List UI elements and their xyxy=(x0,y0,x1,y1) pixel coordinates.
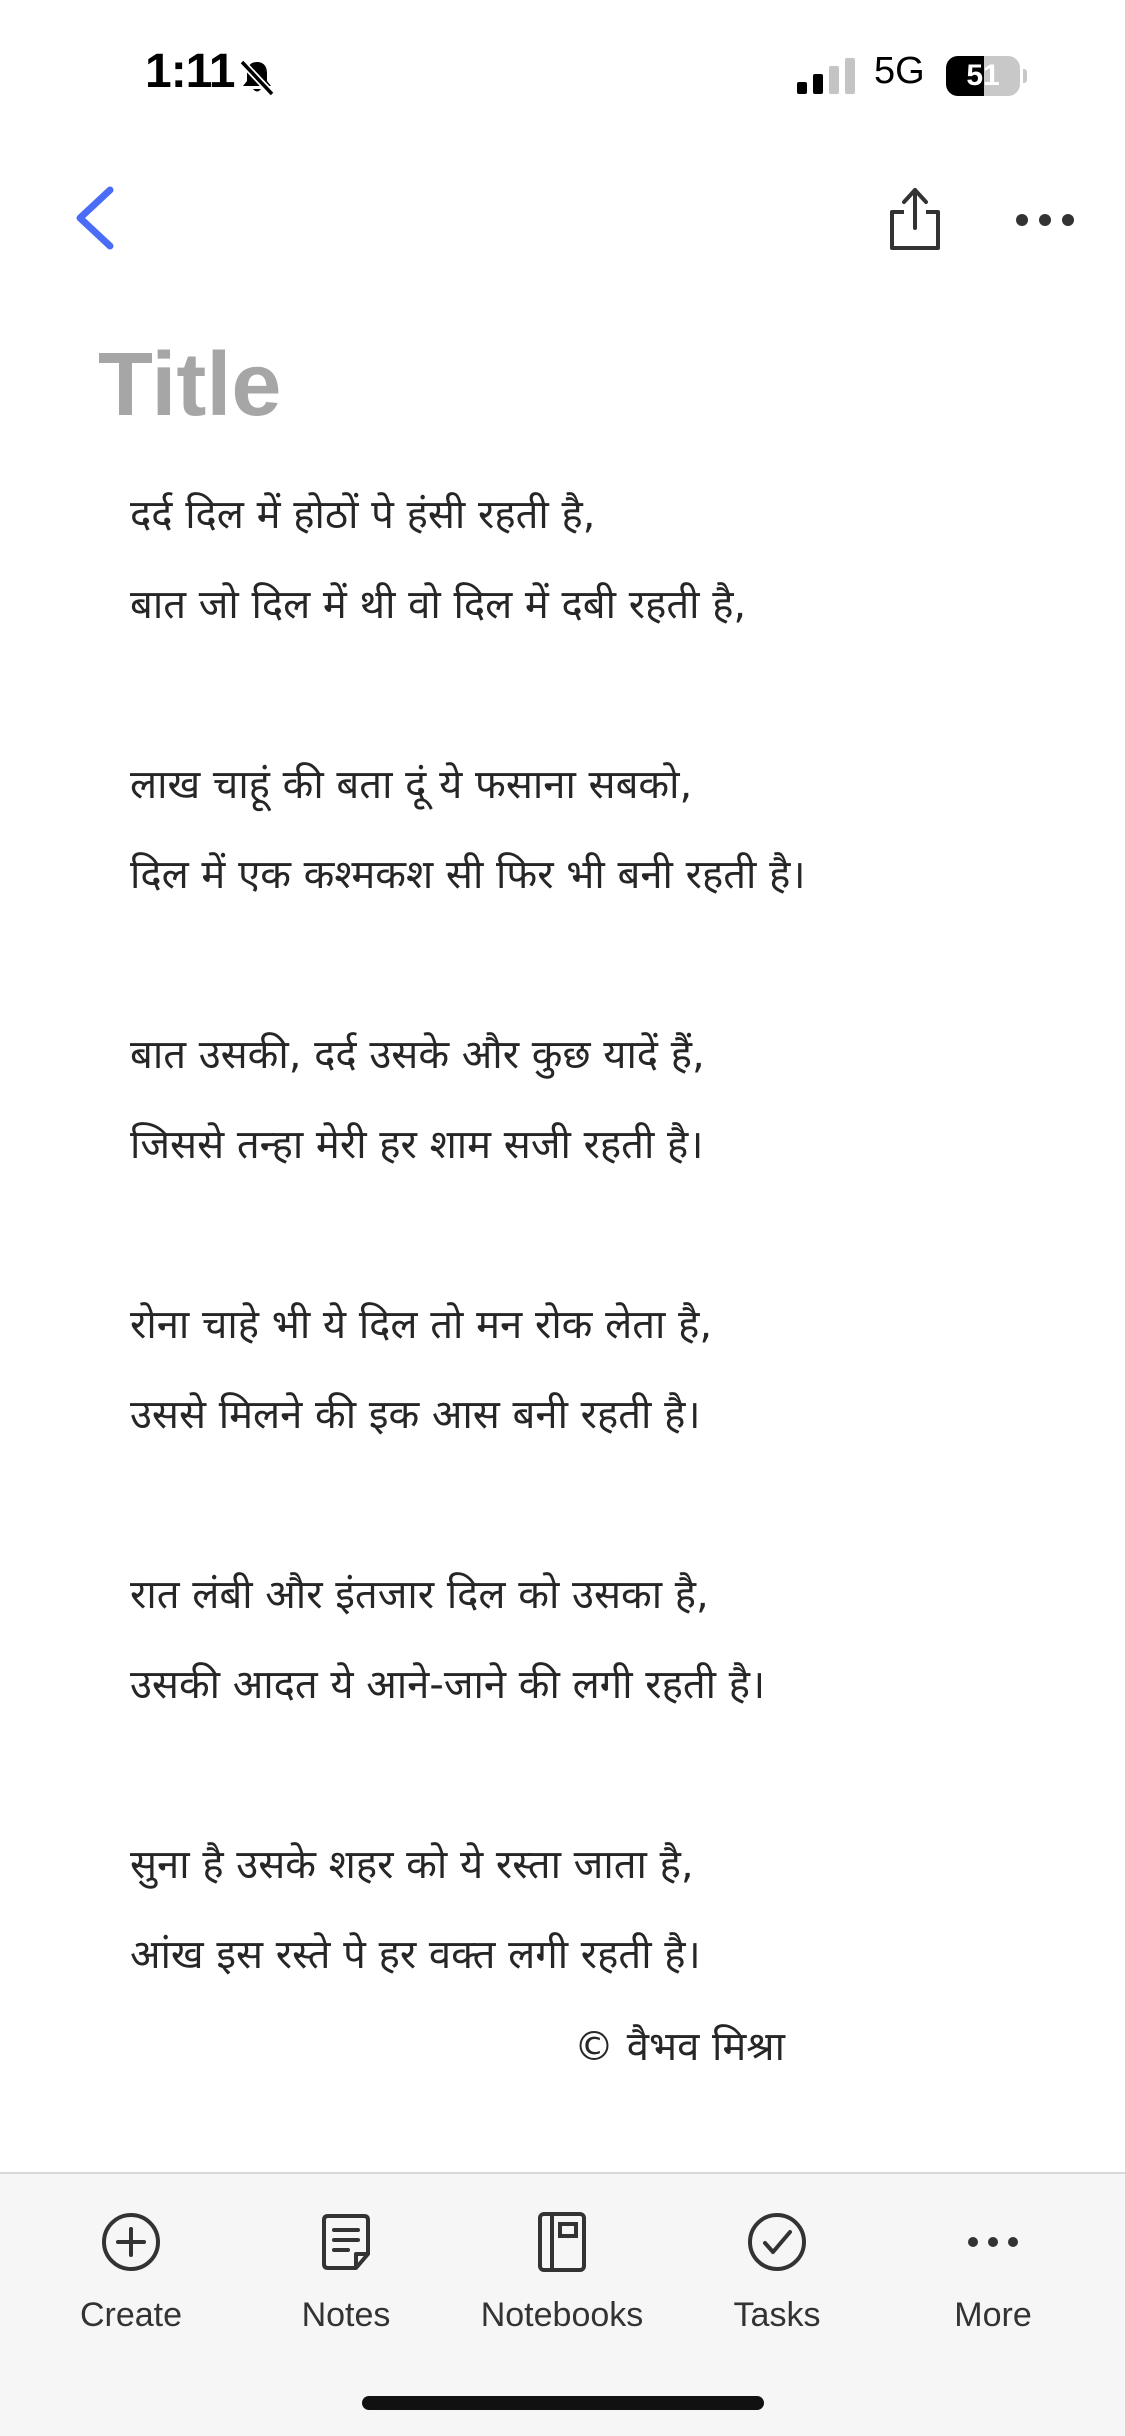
status-bar: 1:11 5G 51 xyxy=(0,0,1125,150)
ellipsis-icon xyxy=(1016,214,1074,226)
note-line: जिससे तन्हा मेरी हर शाम सजी रहती है। xyxy=(130,1122,704,1168)
note-line: उससे मिलने की इक आस बनी रहती है। xyxy=(130,1392,701,1438)
nav-create[interactable]: Create xyxy=(41,2210,221,2350)
note-blank-line xyxy=(130,920,1080,1010)
battery-tip xyxy=(1023,69,1027,83)
note-blank-line xyxy=(130,1190,1080,1280)
note-blank-line xyxy=(130,1730,1080,1820)
note-line: रात लंबी और इंतजार दिल को उसका है, xyxy=(130,1572,709,1618)
back-button[interactable] xyxy=(62,178,132,258)
note-line: आंख इस रस्ते पे हर वक्त लगी रहती है। xyxy=(130,1932,701,1978)
nav-more[interactable]: More xyxy=(903,2210,1083,2350)
status-time: 1:11 xyxy=(145,45,235,98)
nav-notes[interactable]: Notes xyxy=(256,2210,436,2350)
home-indicator[interactable] xyxy=(362,2396,764,2410)
share-icon xyxy=(890,188,940,250)
bell-slash-icon xyxy=(239,59,275,97)
check-circle-icon xyxy=(748,2213,806,2271)
nav-notebooks-label: Notebooks xyxy=(480,2296,644,2334)
note-body[interactable]: दर्द दिल में होठों पे हंसी रहती है, बात ज… xyxy=(130,470,1080,2000)
notebook-icon xyxy=(538,2212,586,2272)
note-blank-line xyxy=(130,1460,1080,1550)
note-line: लाख चाहूं की बता दूं ये फसाना सबको, xyxy=(130,762,693,808)
note-blank-line xyxy=(130,650,1080,740)
nav-create-label: Create xyxy=(79,2296,183,2334)
plus-circle-icon xyxy=(102,2213,160,2271)
more-options-button[interactable] xyxy=(1010,195,1080,245)
nav-notebooks[interactable]: Notebooks xyxy=(472,2210,652,2350)
note-line: रोना चाहे भी ये दिल तो मन रोक लेता है, xyxy=(130,1302,713,1348)
nav-tasks[interactable]: Tasks xyxy=(687,2210,867,2350)
nav-more-label: More xyxy=(954,2296,1032,2334)
note-line: सुना है उसके शहर को ये रस्ता जाता है, xyxy=(130,1842,694,1888)
ellipsis-icon xyxy=(968,2237,1018,2247)
battery-body: 51 xyxy=(946,56,1020,96)
note-line: उसकी आदत ये आने-जाने की लगी रहती है। xyxy=(130,1662,766,1708)
nav-notes-label: Notes xyxy=(301,2296,391,2334)
chevron-left-icon xyxy=(76,186,114,250)
note-line: बात उसकी, दर्द उसके और कुछ यादें हैं, xyxy=(130,1032,705,1078)
note-signature: © वैभव मिश्रा xyxy=(574,2024,785,2070)
share-button[interactable] xyxy=(880,180,950,260)
nav-tasks-label: Tasks xyxy=(733,2296,821,2334)
battery-indicator: 51 xyxy=(946,56,1027,96)
network-type: 5G xyxy=(874,50,925,92)
note-line: दर्द दिल में होठों पे हंसी रहती है, xyxy=(130,492,596,538)
note-icon xyxy=(322,2214,370,2270)
cellular-signal-icon xyxy=(797,58,855,94)
note-title-input[interactable]: Title xyxy=(98,330,998,440)
note-line: बात जो दिल में थी वो दिल में दबी रहती है… xyxy=(130,582,747,628)
note-line: दिल में एक कश्मकश सी फिर भी बनी रहती है। xyxy=(130,852,806,898)
battery-percent: 51 xyxy=(966,59,1000,92)
